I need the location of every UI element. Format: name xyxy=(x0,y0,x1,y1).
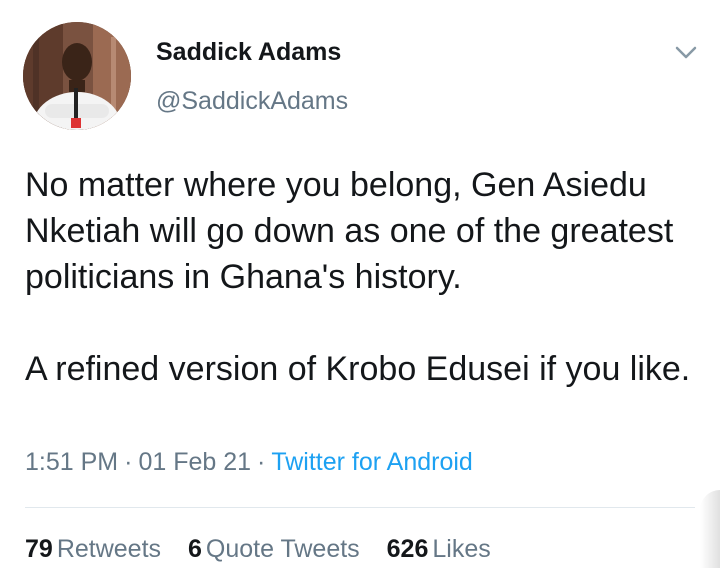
author-handle[interactable]: @SaddickAdams xyxy=(156,87,348,116)
avatar[interactable] xyxy=(23,22,131,130)
author-name[interactable]: Saddick Adams xyxy=(156,38,341,67)
avatar-image xyxy=(23,22,131,130)
likes-count: 626 xyxy=(386,535,429,563)
retweets-stat[interactable]: 79 Retweets xyxy=(25,535,161,564)
scroll-edge-shadow xyxy=(700,490,720,568)
likes-label: Likes xyxy=(432,535,491,563)
tweet-card: Saddick Adams @SaddickAdams No matter wh… xyxy=(0,0,720,568)
retweets-count: 79 xyxy=(25,535,53,563)
quote-tweets-count: 6 xyxy=(187,535,202,563)
quote-tweets-label: Quote Tweets xyxy=(205,535,360,563)
quote-tweets-stat[interactable]: 6 Quote Tweets xyxy=(188,535,360,564)
tweet-paragraph: No matter where you belong, Gen Asiedu N… xyxy=(25,166,674,296)
tweet-meta: 1:51 PM · 01 Feb 21 · Twitter for Android xyxy=(25,448,473,477)
tweet-stats: 79 Retweets 6 Quote Tweets 626 Likes xyxy=(25,535,511,564)
divider xyxy=(25,507,695,508)
meta-separator: · xyxy=(257,448,266,476)
tweet-date[interactable]: 01 Feb 21 xyxy=(138,448,251,476)
tweet-text: No matter where you belong, Gen Asiedu N… xyxy=(25,162,705,392)
likes-stat[interactable]: 626 Likes xyxy=(387,535,491,564)
tweet-time[interactable]: 1:51 PM xyxy=(25,448,118,476)
retweets-label: Retweets xyxy=(56,535,162,563)
tweet-source-link[interactable]: Twitter for Android xyxy=(271,448,472,476)
tweet-paragraph: A refined version of Krobo Edusei if you… xyxy=(25,350,691,388)
chevron-down-icon[interactable] xyxy=(672,40,700,64)
meta-separator: · xyxy=(124,448,133,476)
